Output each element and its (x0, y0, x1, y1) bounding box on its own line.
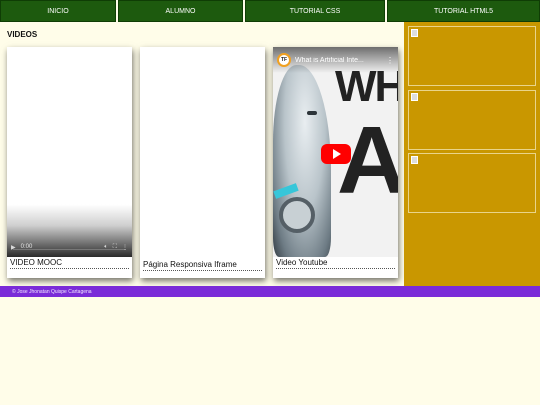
play-icon[interactable]: ▶ (11, 244, 16, 251)
youtube-embed[interactable]: WH A. TF What is Artificial Inte... ⋮ (273, 47, 398, 257)
nav-tutorial-html5[interactable]: TUTORIAL HTML5 (387, 0, 540, 22)
youtube-video-title[interactable]: What is Artificial Inte... (295, 57, 382, 64)
main-content: VIDEOS ▶ 0:00 🔈︎ ⛶ ⋮ VIDEO MOOC Página R… (0, 22, 404, 286)
section-title: VIDEOS (7, 30, 38, 39)
broken-image (408, 153, 536, 213)
footer-copyright: © Jose Jhonatan Quispe Cartagena (12, 288, 92, 295)
card-caption: Página Responsiva Iframe (143, 260, 262, 271)
video-player[interactable]: ▶ 0:00 🔈︎ ⛶ ⋮ (7, 47, 132, 257)
footer: © Jose Jhonatan Quispe Cartagena (0, 286, 540, 297)
iframe-card: Página Responsiva Iframe (140, 47, 265, 278)
youtube-card: WH A. TF What is Artificial Inte... ⋮ Vi… (273, 47, 398, 278)
card-caption: VIDEO MOOC (10, 258, 129, 269)
sidebar (404, 22, 540, 286)
card-caption: Video Youtube (276, 258, 395, 269)
youtube-title-bar: TF What is Artificial Inte... ⋮ (273, 47, 398, 73)
nav-tutorial-css[interactable]: TUTORIAL CSS (245, 0, 385, 22)
responsive-iframe[interactable] (140, 47, 265, 257)
play-icon (333, 149, 341, 159)
broken-image (408, 26, 536, 86)
more-options-icon[interactable]: ⋮ (386, 56, 394, 65)
nav-alumno[interactable]: ALUMNO (118, 0, 243, 22)
broken-image-icon (411, 29, 418, 37)
broken-image-icon (411, 156, 418, 164)
nav-inicio[interactable]: INICIO (0, 0, 116, 22)
video-controls: ▶ 0:00 🔈︎ ⛶ ⋮ (7, 237, 132, 257)
fullscreen-icon[interactable]: ⛶ (113, 244, 117, 251)
youtube-play-button[interactable] (321, 144, 351, 164)
more-options-icon[interactable]: ⋮ (122, 244, 128, 251)
top-nav: INICIO ALUMNO TUTORIAL CSS TUTORIAL HTML… (0, 0, 540, 22)
channel-avatar[interactable]: TF (277, 53, 291, 67)
volume-icon[interactable]: 🔈︎ (104, 244, 108, 251)
video-time: 0:00 (20, 244, 33, 250)
robot-eye (307, 111, 317, 115)
broken-image (408, 90, 536, 150)
robot-ring (279, 197, 315, 233)
video-card-mooc: ▶ 0:00 🔈︎ ⛶ ⋮ VIDEO MOOC (7, 47, 132, 278)
broken-image-icon (411, 93, 418, 101)
